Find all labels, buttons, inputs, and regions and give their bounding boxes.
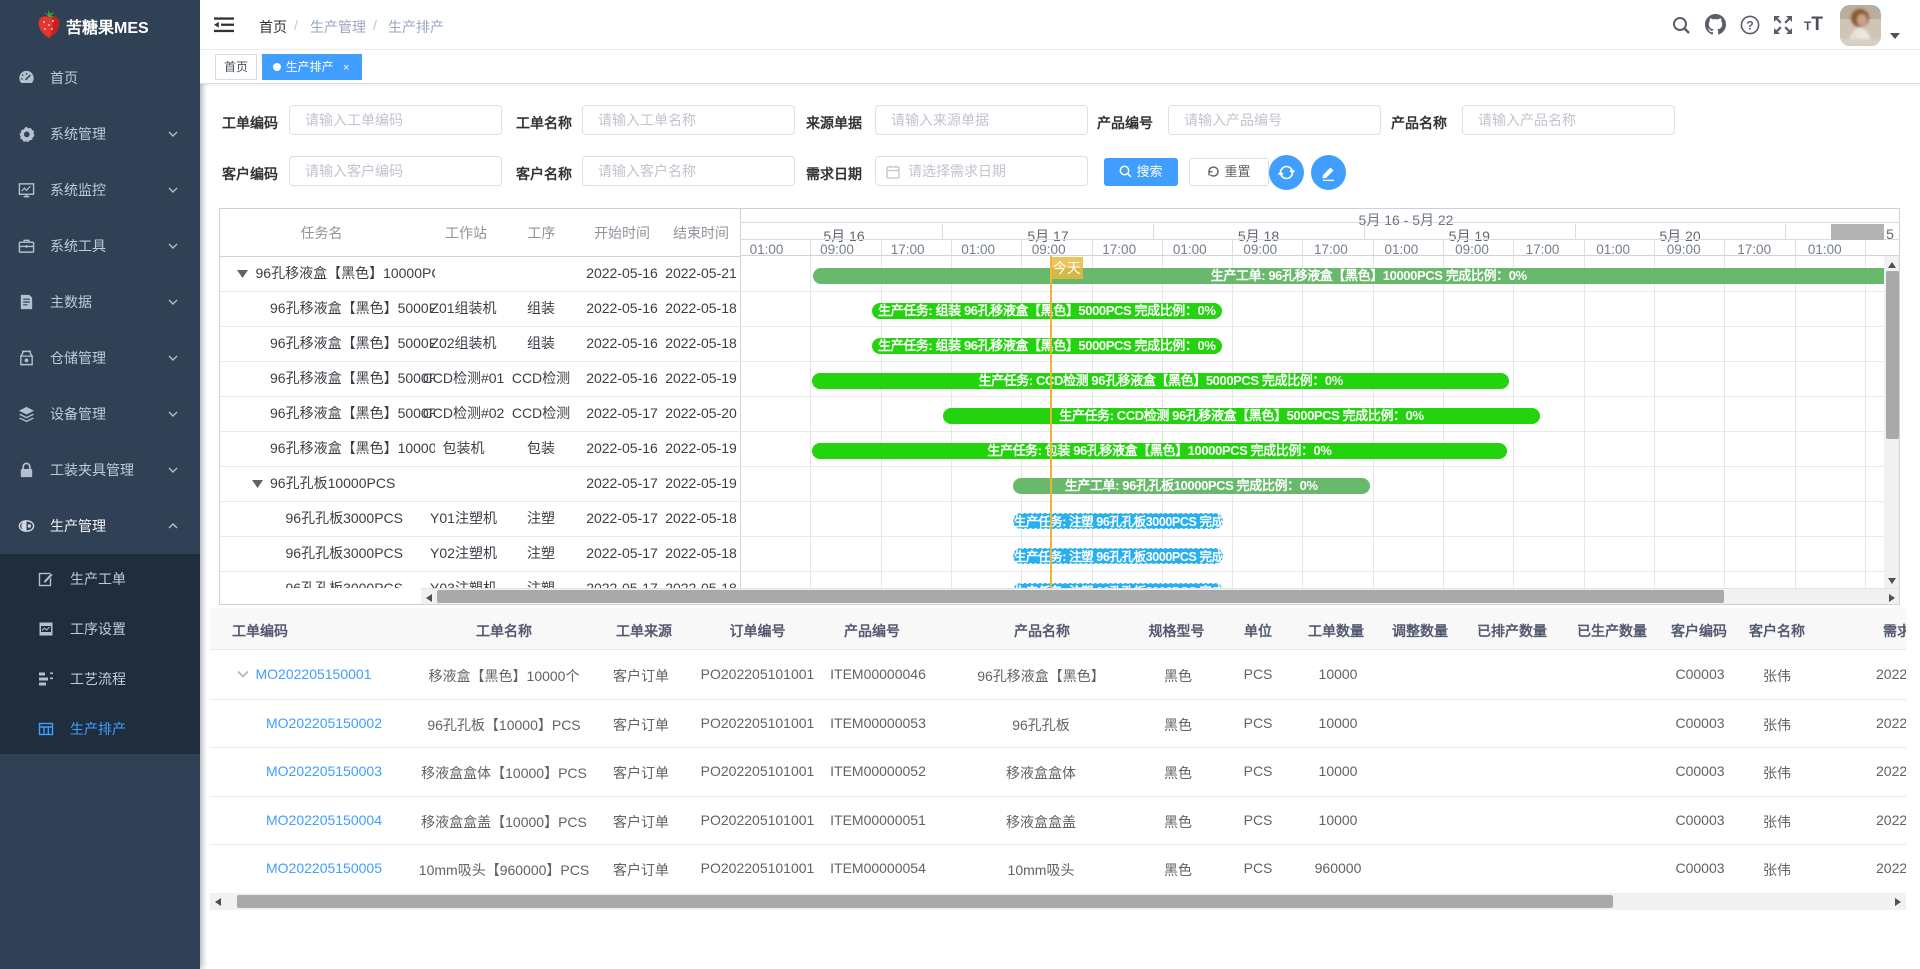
svg-text:?: ? (1746, 18, 1753, 32)
